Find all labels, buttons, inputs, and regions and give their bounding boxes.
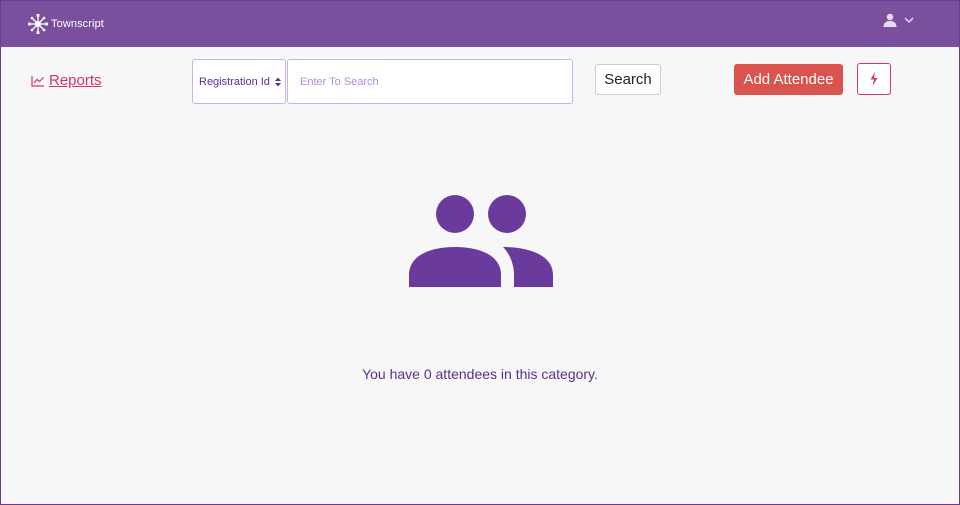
top-navbar: Townscript xyxy=(1,1,959,47)
network-icon xyxy=(27,13,49,35)
search-filter-value: Registration Id xyxy=(199,75,270,88)
add-attendee-button[interactable]: Add Attendee xyxy=(734,64,843,95)
brand[interactable]: Townscript xyxy=(27,13,104,35)
users-icon xyxy=(409,195,553,287)
line-chart-icon xyxy=(31,75,45,87)
user-menu[interactable] xyxy=(883,13,915,27)
app-frame: Townscript Reports Registration Id Enter… xyxy=(0,0,960,505)
bolt-icon xyxy=(870,72,878,86)
search-filter-select[interactable]: Registration Id xyxy=(192,59,286,104)
empty-state-message: You have 0 attendees in this category. xyxy=(362,366,598,382)
user-icon xyxy=(883,13,897,27)
quick-action-button[interactable] xyxy=(857,63,891,95)
search-button[interactable]: Search xyxy=(595,64,661,95)
brand-name: Townscript xyxy=(51,18,104,30)
reports-label: Reports xyxy=(49,72,102,89)
reports-link[interactable]: Reports xyxy=(31,72,102,89)
search-input[interactable] xyxy=(287,59,573,104)
chevron-down-icon xyxy=(904,17,914,24)
select-caret-icon xyxy=(275,77,281,87)
